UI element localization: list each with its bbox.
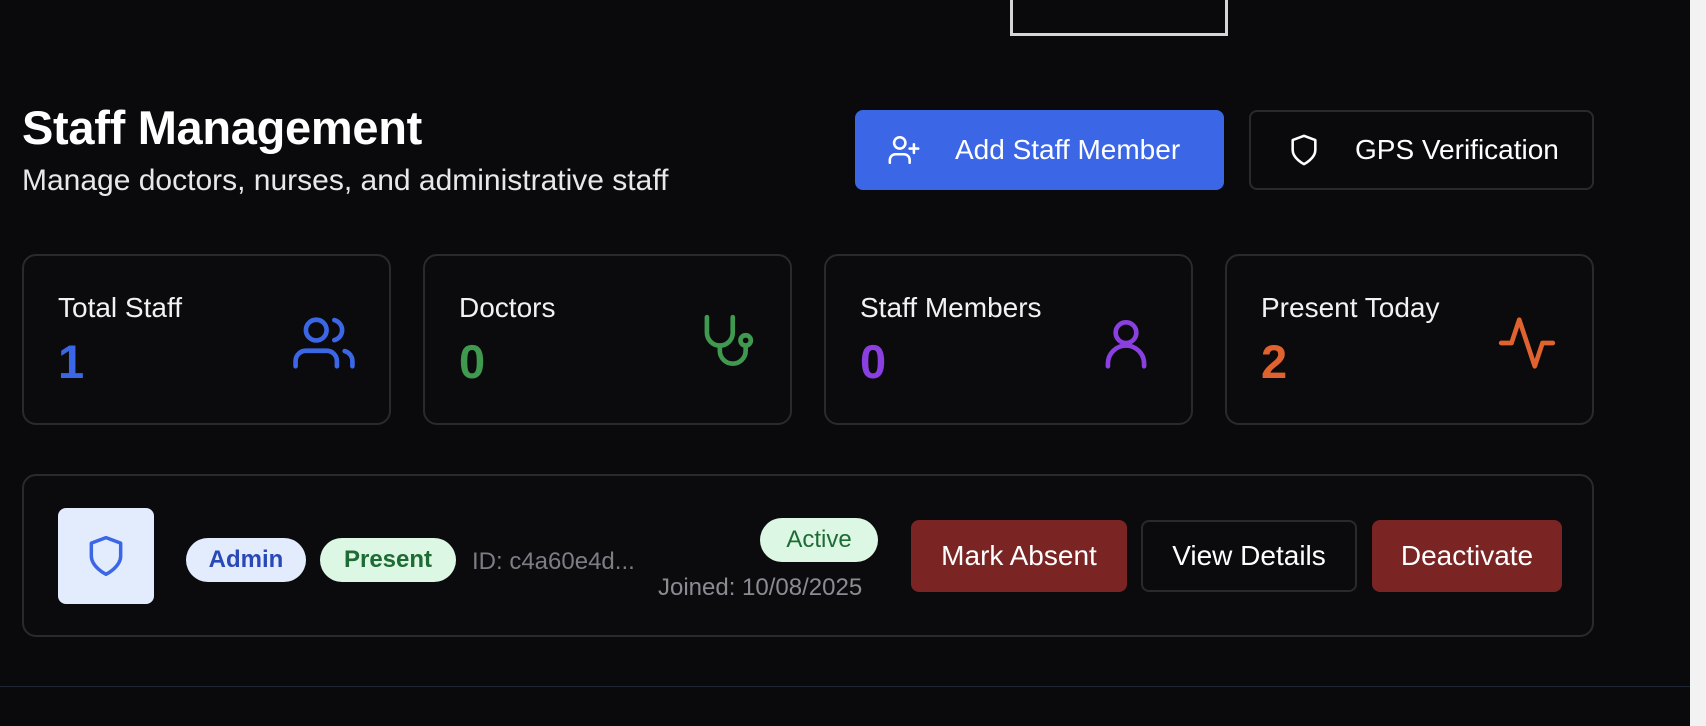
top-placeholder-box (1010, 0, 1228, 36)
stat-card-total-staff: Total Staff 1 (22, 254, 391, 425)
shield-icon (84, 534, 128, 578)
staff-id: ID: c4a60e4d... (472, 548, 635, 575)
view-details-button[interactable]: View Details (1141, 520, 1357, 592)
stat-card-present-today: Present Today 2 (1225, 254, 1594, 425)
stat-card-staff-members: Staff Members 0 (824, 254, 1193, 425)
stat-label: Total Staff (58, 292, 183, 323)
stethoscope-icon (694, 312, 756, 374)
page-subtitle: Manage doctors, nurses, and administrati… (22, 164, 669, 197)
joined-date: Joined: 10/08/2025 (658, 574, 863, 601)
mark-absent-button[interactable]: Mark Absent (911, 520, 1127, 592)
stat-value: 0 (860, 335, 887, 388)
role-badge: Admin (186, 538, 306, 582)
stat-label: Present Today (1261, 292, 1440, 323)
shield-icon (1287, 133, 1321, 167)
users-icon (293, 312, 355, 374)
staff-list-item: Admin Present ID: c4a60e4d... Active Joi… (22, 474, 1594, 637)
stat-value: 1 (58, 335, 85, 388)
avatar (58, 508, 154, 604)
stat-value: 0 (459, 335, 486, 388)
add-staff-member-button[interactable]: Add Staff Member (855, 110, 1224, 190)
stat-card-doctors: Doctors 0 (423, 254, 792, 425)
section-divider (0, 686, 1690, 687)
attendance-badge: Present (320, 538, 456, 582)
user-plus-icon (887, 133, 921, 167)
status-badge: Active (760, 518, 878, 562)
stat-value: 2 (1261, 335, 1288, 388)
add-staff-member-label: Add Staff Member (955, 134, 1181, 165)
user-icon (1095, 312, 1157, 374)
stat-label: Doctors (459, 292, 556, 323)
activity-icon (1496, 312, 1558, 374)
stat-label: Staff Members (860, 292, 1042, 323)
page-title: Staff Management (22, 101, 422, 154)
scrollbar[interactable] (1690, 0, 1706, 726)
gps-verification-label: GPS Verification (1355, 134, 1559, 165)
deactivate-button[interactable]: Deactivate (1372, 520, 1562, 592)
gps-verification-button[interactable]: GPS Verification (1249, 110, 1594, 190)
